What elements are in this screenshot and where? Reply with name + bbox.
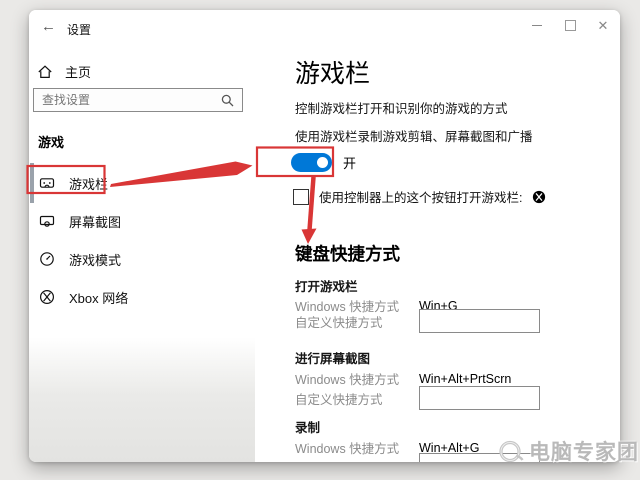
custom-shortcut-input[interactable] bbox=[419, 386, 540, 410]
game-bar-toggle[interactable] bbox=[291, 153, 332, 172]
shortcut-row: 自定义快捷方式 bbox=[295, 386, 540, 410]
controller-checkbox-label: 使用控制器上的这个按钮打开游戏栏: bbox=[319, 191, 523, 205]
custom-shortcut-input[interactable] bbox=[419, 309, 540, 333]
shortcut-label: 自定义快捷方式 bbox=[295, 315, 383, 330]
sidebar-item-game-mode[interactable]: 游戏模式 bbox=[29, 240, 255, 278]
controller-checkbox[interactable] bbox=[293, 188, 309, 205]
toggle-state-label: 开 bbox=[343, 156, 357, 171]
titlebar: ← 设置 ✕ bbox=[29, 10, 620, 46]
page-title: 游戏栏 bbox=[295, 60, 371, 88]
sidebar-item-xbox-networking[interactable]: Xbox 网络 bbox=[29, 278, 255, 316]
sidebar-group-header: 游戏 bbox=[38, 135, 65, 150]
back-arrow-icon[interactable]: ← bbox=[41, 18, 56, 35]
game-bar-icon bbox=[39, 178, 55, 188]
sidebar-item-label: 游戏模式 bbox=[69, 252, 122, 268]
sidebar-nav: 游戏栏 屏幕截图 游戏模式 Xbox 网络 bbox=[29, 164, 255, 316]
search-box[interactable] bbox=[33, 88, 243, 112]
xbox-icon bbox=[39, 289, 55, 305]
maximize-icon bbox=[564, 19, 576, 31]
close-icon: ✕ bbox=[597, 17, 609, 33]
main-content: 游戏栏 控制游戏栏打开和识别你的游戏的方式 使用游戏栏录制游戏剪辑、屏幕截图和广… bbox=[255, 46, 620, 462]
search-icon bbox=[221, 94, 234, 106]
sidebar-item-captures[interactable]: 屏幕截图 bbox=[29, 202, 255, 240]
shortcut-row: 自定义快捷方式 bbox=[295, 309, 540, 333]
minimize-icon bbox=[532, 24, 542, 26]
shortcuts-section-title: 键盘快捷方式 bbox=[295, 244, 400, 264]
sidebar-item-label: Xbox 网络 bbox=[69, 290, 129, 306]
sidebar-item-home[interactable]: 主页 bbox=[37, 62, 91, 81]
toggle-description: 使用游戏栏录制游戏剪辑、屏幕截图和广播 bbox=[295, 130, 533, 144]
close-button[interactable]: ✕ bbox=[586, 10, 620, 40]
page-description: 控制游戏栏打开和识别你的游戏的方式 bbox=[295, 102, 508, 116]
settings-window: ← 设置 ✕ 主页 游戏 bbox=[29, 10, 620, 462]
toggle-row: 开 bbox=[291, 153, 356, 172]
sidebar-item-label: 游戏栏 bbox=[69, 176, 109, 192]
shortcut-group-name: 打开游戏栏 bbox=[295, 280, 358, 294]
shortcut-group-name: 录制 bbox=[295, 421, 321, 435]
scrollbar-thumb[interactable] bbox=[30, 163, 34, 203]
sidebar-item-game-bar[interactable]: 游戏栏 bbox=[29, 164, 255, 202]
shortcut-label: 自定义快捷方式 bbox=[295, 392, 383, 407]
minimize-button[interactable] bbox=[520, 10, 554, 40]
captures-icon bbox=[39, 215, 55, 227]
sidebar-item-label: 屏幕截图 bbox=[69, 214, 122, 230]
search-input[interactable] bbox=[34, 93, 220, 107]
home-icon bbox=[38, 64, 52, 78]
xbox-button-icon bbox=[533, 190, 546, 203]
shortcut-group-name: 进行屏幕截图 bbox=[295, 352, 371, 366]
sidebar-home-label: 主页 bbox=[65, 65, 92, 80]
toggle-knob bbox=[317, 157, 328, 168]
shortcut-row bbox=[295, 453, 540, 462]
maximize-button[interactable] bbox=[553, 10, 587, 40]
shortcut-value: Win+Alt+PrtScrn bbox=[419, 371, 512, 386]
window-title: 设置 bbox=[67, 23, 92, 37]
sidebar: 主页 游戏 游戏栏 bbox=[29, 46, 255, 462]
controller-checkbox-row: 使用控制器上的这个按钮打开游戏栏: bbox=[293, 187, 546, 206]
game-mode-icon bbox=[40, 252, 54, 266]
custom-shortcut-input[interactable] bbox=[419, 453, 540, 462]
